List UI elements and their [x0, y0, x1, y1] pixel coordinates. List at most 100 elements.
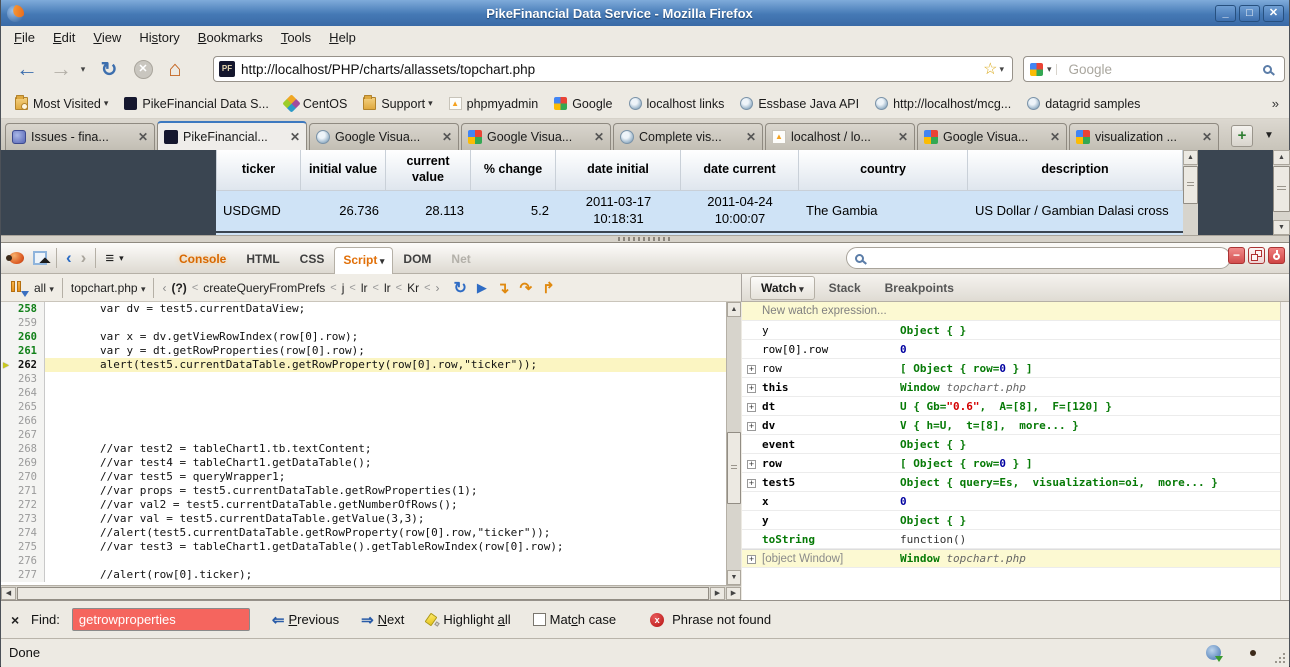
- column-header[interactable]: date current: [681, 150, 799, 191]
- line-number-gutter[interactable]: 261: [1, 344, 45, 358]
- browser-tab[interactable]: Google Visua... ✕: [309, 123, 459, 150]
- watch-tab-breakpoints[interactable]: Breakpoints: [875, 277, 964, 299]
- panel-options-dropdown-icon[interactable]: ▾: [119, 253, 124, 264]
- search-icon[interactable]: [1263, 64, 1275, 76]
- line-number-gutter[interactable]: 264: [1, 386, 45, 400]
- bookmark-item[interactable]: Most Visited ▾: [7, 94, 116, 114]
- tab-close-icon[interactable]: ✕: [290, 130, 300, 144]
- firebug-tab-dom[interactable]: DOM: [393, 246, 441, 272]
- scrollbar-thumb[interactable]: [1273, 166, 1290, 212]
- firebug-close-button[interactable]: [1268, 247, 1285, 264]
- firebug-tab-console[interactable]: Console: [169, 246, 236, 272]
- tab-close-icon[interactable]: ✕: [746, 130, 756, 144]
- checkbox-icon[interactable]: [532, 613, 546, 626]
- line-number-gutter[interactable]: 271: [1, 484, 45, 498]
- column-header[interactable]: date initial: [556, 150, 681, 191]
- watch-scrollbar[interactable]: [1280, 302, 1289, 600]
- expand-plus-icon[interactable]: +: [747, 457, 762, 470]
- find-close-icon[interactable]: ×: [11, 612, 31, 628]
- tab-close-icon[interactable]: ✕: [138, 130, 148, 144]
- bookmarks-overflow-chevron[interactable]: »: [1272, 96, 1279, 111]
- line-number-gutter[interactable]: 273: [1, 512, 45, 526]
- line-number-gutter[interactable]: 260: [1, 330, 45, 344]
- resize-grip[interactable]: [1273, 651, 1285, 663]
- watch-row[interactable]: toString function(): [742, 530, 1289, 549]
- watch-tab-watch[interactable]: Watch ▾: [750, 275, 815, 300]
- menu-help[interactable]: Help: [320, 27, 365, 48]
- scroll-down-icon[interactable]: ▼: [727, 570, 741, 585]
- scroll-up-icon[interactable]: ▲: [1183, 150, 1198, 165]
- menu-tools[interactable]: Tools: [272, 27, 320, 48]
- grid-scrollbar[interactable]: ▲: [1183, 150, 1198, 235]
- line-number-gutter[interactable]: 262 ▶: [1, 358, 45, 372]
- back-icon[interactable]: ←: [13, 49, 41, 89]
- engine-dropdown-icon[interactable]: ▾: [1047, 63, 1057, 75]
- menu-history[interactable]: History: [130, 27, 188, 48]
- crumb-scroll-right-icon[interactable]: ›: [436, 281, 440, 295]
- browser-tab[interactable]: Issues - fina... ✕: [5, 123, 155, 150]
- bookmark-item[interactable]: Google: [546, 94, 620, 114]
- firebug-detach-button[interactable]: [1248, 247, 1265, 264]
- minimize-button[interactable]: _: [1215, 4, 1236, 22]
- line-number-gutter[interactable]: 275: [1, 540, 45, 554]
- scroll-right-icon[interactable]: ▶: [726, 587, 741, 600]
- scroll-down-icon[interactable]: ▼: [1273, 220, 1290, 235]
- table-row[interactable]: USDGMD 26.736 28.113 5.2 2011-03-17 10:18:31…: [216, 191, 1183, 231]
- firebug-tab-css[interactable]: CSS: [290, 246, 335, 272]
- history-dropdown-icon[interactable]: ▾: [77, 49, 89, 89]
- maximize-button[interactable]: □: [1239, 4, 1260, 22]
- menu-file[interactable]: File: [5, 27, 44, 48]
- watch-row[interactable]: y Object { }: [742, 511, 1289, 530]
- watch-row[interactable]: + dt U { Gb="0.6", A=[8], F=[120] }: [742, 397, 1289, 416]
- browser-tab[interactable]: localhost / lo... ✕: [765, 123, 915, 150]
- expand-plus-icon[interactable]: +: [747, 476, 762, 489]
- line-number-gutter[interactable]: 265: [1, 400, 45, 414]
- bookmark-item[interactable]: CentOS: [277, 94, 355, 114]
- firebug-minimize-button[interactable]: −: [1228, 247, 1245, 264]
- find-next-button[interactable]: ⇒ Next: [361, 611, 404, 629]
- expand-plus-icon[interactable]: +: [747, 362, 762, 375]
- scroll-right-icon[interactable]: ▶: [710, 587, 725, 600]
- tab-close-icon[interactable]: ✕: [1050, 130, 1060, 144]
- scrollbar-thumb[interactable]: [17, 587, 709, 600]
- column-header[interactable]: country: [799, 150, 968, 191]
- line-number-gutter[interactable]: 272: [1, 498, 45, 512]
- rerun-icon[interactable]: ↻: [454, 278, 467, 298]
- line-number-gutter[interactable]: 263: [1, 372, 45, 386]
- watch-row[interactable]: + this Window topchart.php: [742, 378, 1289, 397]
- scrollbar-thumb[interactable]: [1183, 166, 1198, 204]
- page-scrollbar[interactable]: ▲ ▼: [1273, 150, 1290, 235]
- watch-row[interactable]: event Object { }: [742, 435, 1289, 454]
- list-all-tabs-icon[interactable]: ▼: [1257, 125, 1281, 147]
- line-number-gutter[interactable]: 259: [1, 316, 45, 330]
- firebug-splitter[interactable]: [1, 235, 1289, 243]
- watch-row[interactable]: x0: [742, 492, 1289, 511]
- tab-close-icon[interactable]: ✕: [442, 130, 452, 144]
- expand-plus-icon[interactable]: +: [747, 552, 762, 565]
- new-watch-expression[interactable]: New watch expression...: [742, 302, 1289, 321]
- firebug-search-box[interactable]: [846, 247, 1231, 269]
- continue-icon[interactable]: ▶: [477, 280, 487, 296]
- line-number-gutter[interactable]: 269: [1, 456, 45, 470]
- scrollbar-thumb[interactable]: [727, 432, 741, 504]
- watch-row[interactable]: + row [ Object { row=0 } ]: [742, 359, 1289, 378]
- search-input[interactable]: [1062, 61, 1263, 77]
- column-header[interactable]: current value: [386, 150, 471, 191]
- line-number-gutter[interactable]: 276: [1, 554, 45, 568]
- browser-tab[interactable]: Google Visua... ✕: [917, 123, 1067, 150]
- close-button[interactable]: ✕: [1263, 4, 1284, 22]
- step-into-icon[interactable]: ↴: [497, 279, 510, 297]
- browser-tab[interactable]: Google Visua... ✕: [461, 123, 611, 150]
- bookmark-item[interactable]: Essbase Java API: [732, 94, 867, 114]
- firebug-tab-html[interactable]: HTML: [236, 246, 289, 272]
- watch-row[interactable]: + dv V { h=U, t=[8], more... }: [742, 416, 1289, 435]
- bookmark-item[interactable]: datagrid samples: [1019, 94, 1148, 114]
- match-case-checkbox[interactable]: Match case: [532, 612, 616, 627]
- bookmark-item[interactable]: localhost links: [621, 94, 733, 114]
- software-update-icon[interactable]: [1206, 645, 1223, 662]
- scroll-up-icon[interactable]: ▲: [1273, 150, 1290, 165]
- column-header[interactable]: % change: [471, 150, 556, 191]
- column-header[interactable]: ticker: [216, 150, 301, 191]
- bookmark-dropdown-icon[interactable]: ▾: [999, 64, 1004, 75]
- panel-options-icon[interactable]: ≡: [105, 250, 114, 267]
